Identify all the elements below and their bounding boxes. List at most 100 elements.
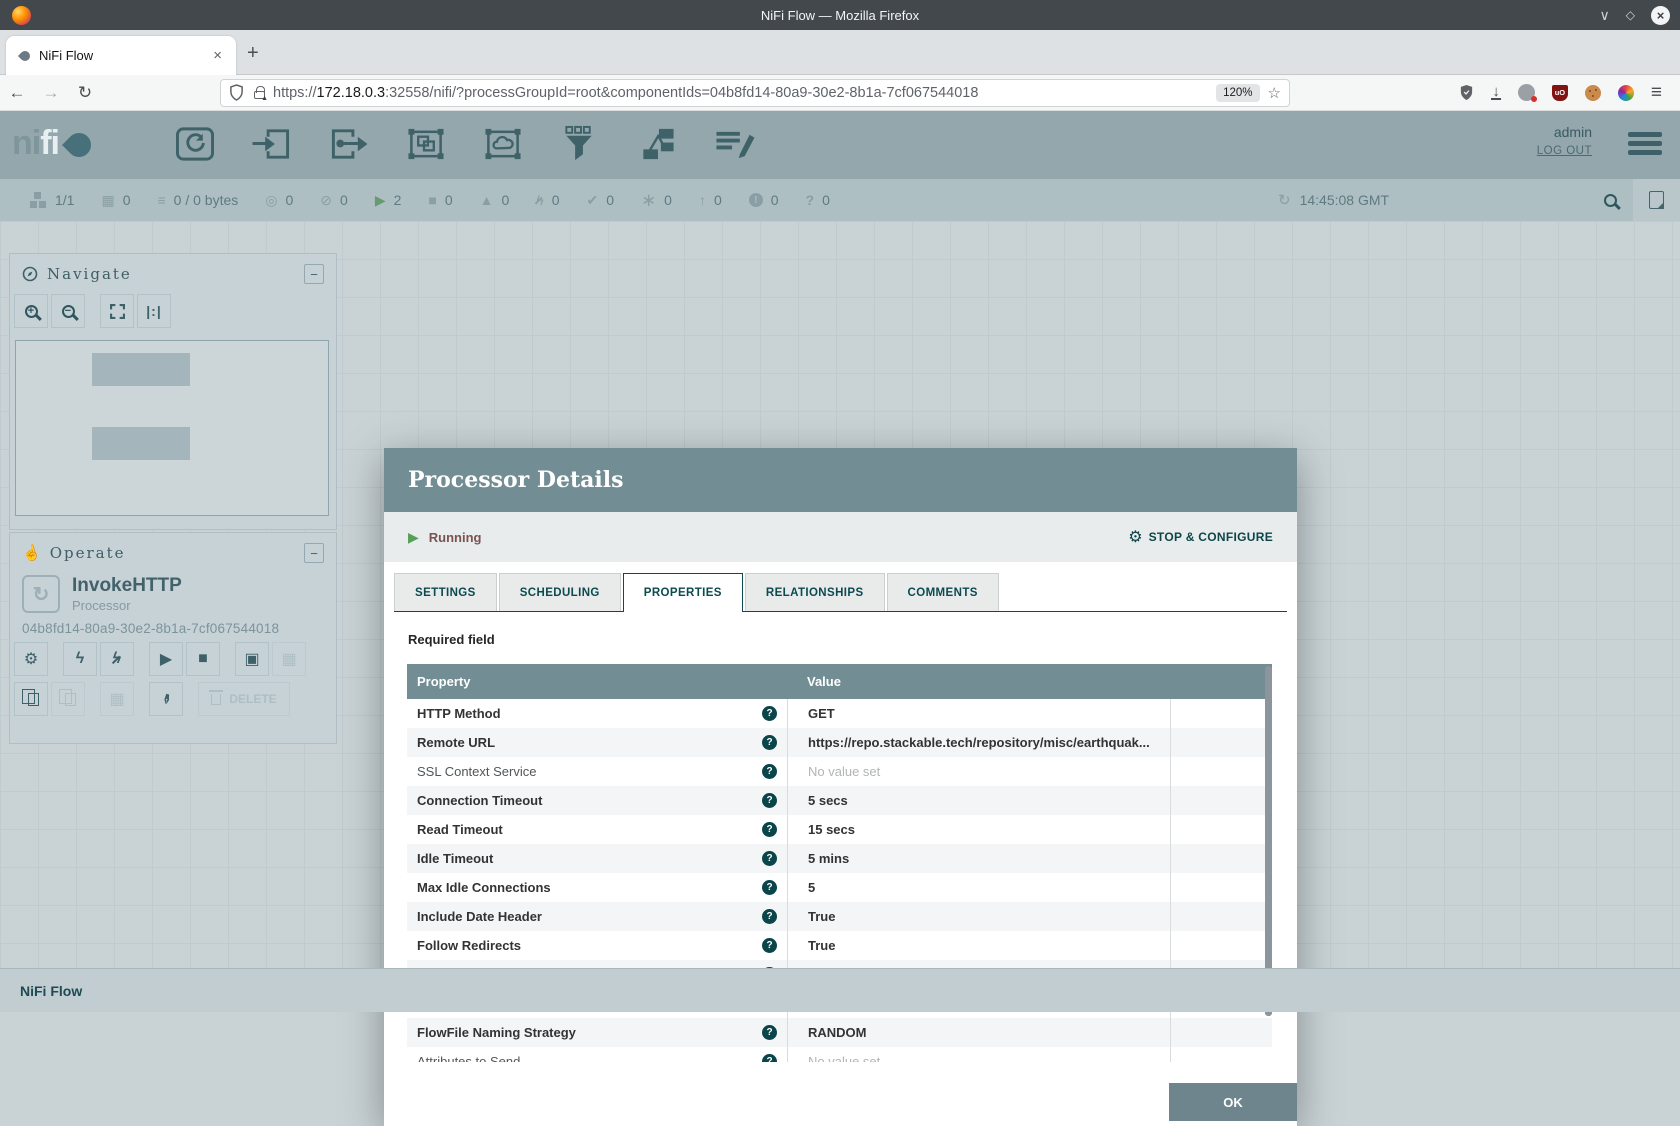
ublock-extension-icon[interactable]: uO <box>1552 85 1568 101</box>
configure-button[interactable]: ⚙ <box>14 642 48 676</box>
table-scrollbar[interactable] <box>1265 666 1272 1016</box>
status-clustered-nodes: 1/1 <box>30 192 74 208</box>
enable-button[interactable]: ϟ <box>63 642 97 676</box>
property-row: Remote URL?https://repo.stackable.tech/r… <box>407 728 1272 757</box>
window-maximize-icon[interactable]: ◇ <box>1626 9 1635 21</box>
input-port-icon[interactable] <box>249 121 295 167</box>
required-field-note: Required field <box>408 632 495 647</box>
property-name: Remote URL <box>417 735 495 750</box>
page-zoom-badge[interactable]: 120% <box>1216 84 1259 102</box>
start-button[interactable]: ▶ <box>149 642 183 676</box>
copy-button[interactable] <box>14 682 48 716</box>
reload-icon[interactable]: ↻ <box>68 83 102 103</box>
zoom-actual-button[interactable]: |:| <box>137 294 171 328</box>
status-locally-modified-versioned: ∗0 <box>641 190 672 211</box>
download-icon[interactable]: ↓ <box>1491 85 1501 100</box>
selected-component-id: 04b8fd14-80a9-30e2-8b1a-7cf067544018 <box>10 613 336 636</box>
status-invalid-components: ▲0 <box>480 192 510 208</box>
processor-icon[interactable] <box>172 121 218 167</box>
stop-button[interactable]: ■ <box>186 642 220 676</box>
save-flow-version-button[interactable]: ▣ <box>235 642 269 676</box>
operate-collapse-button[interactable]: − <box>304 543 324 563</box>
navigate-panel: Navigate − +−|:| <box>9 253 337 530</box>
tab-scheduling[interactable]: SCHEDULING <box>499 573 621 611</box>
stop-and-configure-button[interactable]: ⚙ STOP & CONFIGURE <box>1128 527 1273 547</box>
help-icon[interactable]: ? <box>762 735 777 750</box>
url-bar[interactable]: https://172.18.0.3:32558/nifi/?processGr… <box>220 79 1290 107</box>
label-icon[interactable] <box>711 121 757 167</box>
account-mask-extension-icon[interactable] <box>1518 84 1535 101</box>
logout-link[interactable]: LOG OUT <box>1537 145 1592 157</box>
nifi-logo: nifi <box>12 123 91 163</box>
browser-tab[interactable]: NiFi Flow × <box>6 36 236 75</box>
breadcrumb[interactable]: NiFi Flow <box>20 983 82 999</box>
help-icon[interactable]: ? <box>762 909 777 924</box>
help-icon[interactable]: ? <box>762 880 777 895</box>
disable-button[interactable]: ϟ <box>100 642 134 676</box>
change-color-button[interactable]: ✒ <box>149 682 183 716</box>
new-tab-button[interactable]: + <box>247 42 259 64</box>
funnel-icon[interactable] <box>557 121 603 167</box>
processor-icon: ↻ <box>22 575 60 613</box>
selected-component-name: InvokeHTTP <box>72 575 182 596</box>
forward-icon[interactable]: → <box>34 83 68 103</box>
remote-process-group-icon[interactable] <box>480 121 526 167</box>
table-header: Property Value <box>407 664 1272 699</box>
help-icon[interactable]: ? <box>762 851 777 866</box>
tab-title: NiFi Flow <box>39 48 209 63</box>
property-name: FlowFile Naming Strategy <box>417 1025 576 1040</box>
url-text: https://172.18.0.3:32558/nifi/?processGr… <box>273 85 1208 101</box>
breadcrumb-bar: NiFi Flow <box>0 968 1680 1012</box>
output-port-icon[interactable] <box>326 121 372 167</box>
tab-comments[interactable]: COMMENTS <box>887 573 999 611</box>
refresh-icon[interactable]: ↻ <box>1278 191 1291 209</box>
minimap-component <box>92 353 190 386</box>
template-icon[interactable] <box>634 121 680 167</box>
help-icon[interactable]: ? <box>762 793 777 808</box>
property-value: RANDOM <box>787 1018 1171 1047</box>
ok-button[interactable]: OK <box>1169 1083 1297 1121</box>
current-user: admin <box>1537 124 1592 140</box>
tab-properties[interactable]: PROPERTIES <box>623 573 743 612</box>
help-icon[interactable]: ? <box>762 1025 777 1040</box>
property-name: Connection Timeout <box>417 793 542 808</box>
window-close-icon[interactable]: × <box>1651 6 1670 25</box>
tab-relationships[interactable]: RELATIONSHIPS <box>745 573 885 611</box>
help-icon[interactable]: ? <box>762 822 777 837</box>
back-icon[interactable]: ← <box>0 83 34 103</box>
operate-buttons-row2: ▦✒DELETE <box>10 676 336 716</box>
operate-title: Operate <box>50 544 304 562</box>
property-name: Include Date Header <box>417 909 542 924</box>
zoom-out-button[interactable]: − <box>51 294 85 328</box>
global-menu-icon[interactable] <box>1628 132 1662 159</box>
zoom-fit-button[interactable] <box>100 294 134 328</box>
tab-settings[interactable]: SETTINGS <box>394 573 497 611</box>
dialog-status-bar: ▶ Running ⚙ STOP & CONFIGURE <box>384 512 1297 562</box>
dialog-header: Processor Details <box>384 448 1297 512</box>
search-button[interactable] <box>1588 179 1632 221</box>
column-header-property: Property <box>407 674 787 689</box>
protections-shield-icon[interactable] <box>1459 84 1474 101</box>
window-minimize-icon[interactable]: ∨ <box>1600 8 1610 22</box>
property-name: HTTP Method <box>417 706 501 721</box>
status-queued: ≡0 / 0 bytes <box>158 192 239 208</box>
process-group-icon[interactable] <box>403 121 449 167</box>
color-wheel-extension-icon[interactable] <box>1618 85 1634 101</box>
browser-tabbar: NiFi Flow × + <box>0 30 1680 75</box>
zoom-in-button[interactable]: + <box>14 294 48 328</box>
birdseye-minimap[interactable] <box>15 340 329 516</box>
help-icon[interactable]: ? <box>762 764 777 779</box>
cookie-extension-icon[interactable] <box>1585 85 1601 101</box>
status-stale-versioned: ↑0 <box>699 192 722 208</box>
help-icon[interactable]: ? <box>762 706 777 721</box>
bulletin-board-button[interactable] <box>1633 179 1680 221</box>
shield-permissions-icon[interactable] <box>229 84 244 101</box>
tab-close-icon[interactable]: × <box>209 47 226 64</box>
browser-menu-icon[interactable]: ≡ <box>1651 82 1662 104</box>
navigate-collapse-button[interactable]: − <box>304 264 324 284</box>
lock-icon[interactable] <box>254 91 265 99</box>
help-icon[interactable]: ? <box>762 938 777 953</box>
help-icon[interactable]: ? <box>762 1054 777 1062</box>
navigate-title: Navigate <box>47 265 304 283</box>
bookmark-star-icon[interactable]: ☆ <box>1268 84 1281 102</box>
